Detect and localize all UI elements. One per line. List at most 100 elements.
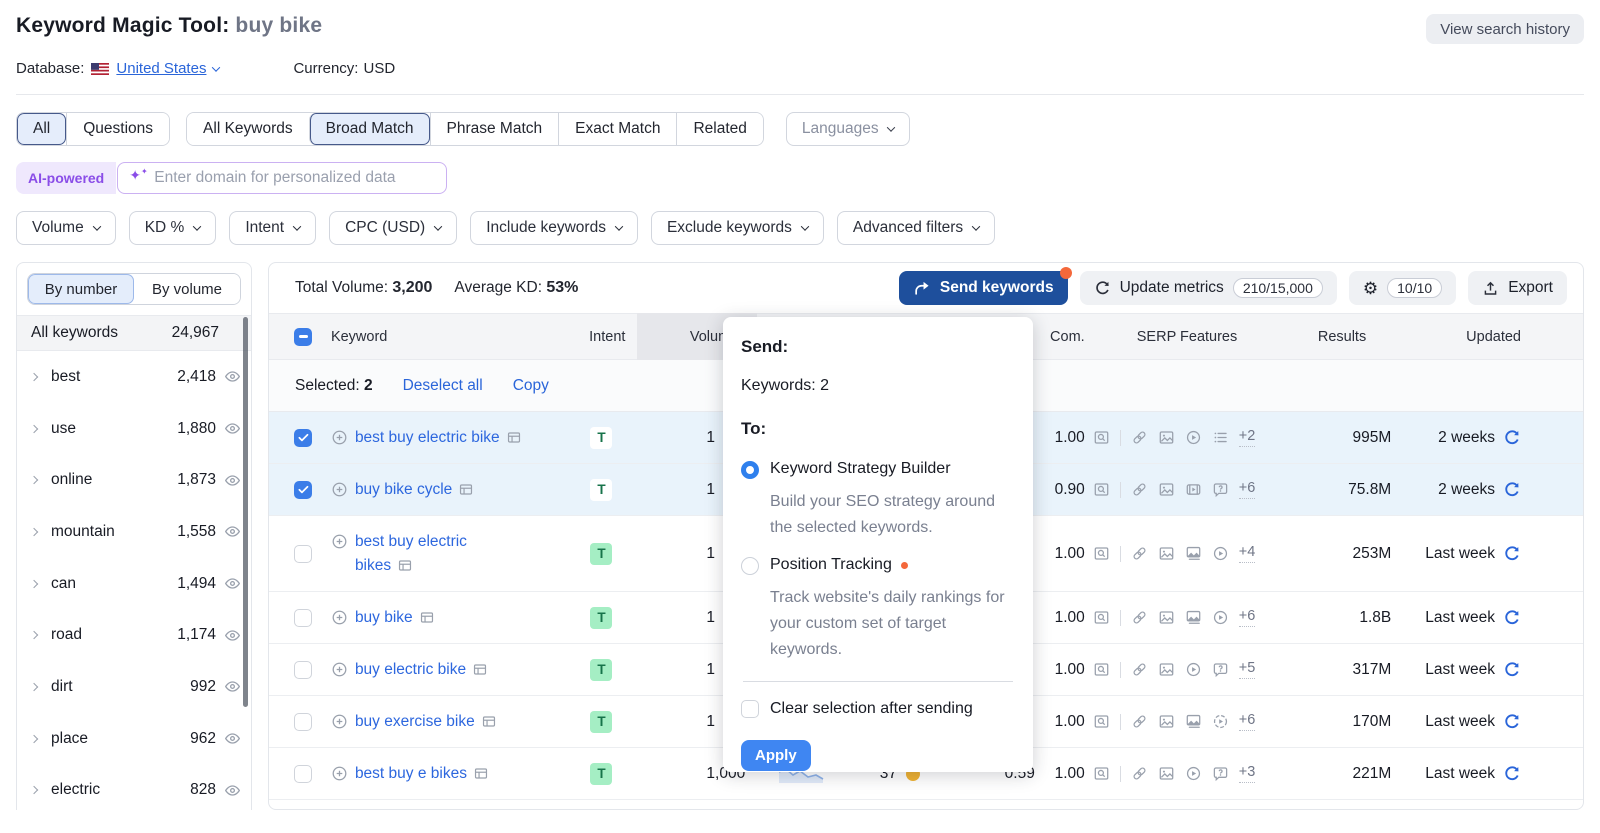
filter-exclude-keywords[interactable]: Exclude keywords	[651, 211, 824, 245]
sidebar-group-mountain[interactable]: mountain 1,558	[17, 506, 251, 558]
row-checkbox[interactable]	[294, 609, 312, 627]
tab-all[interactable]: All	[17, 113, 66, 145]
column-header-intent[interactable]: Intent	[566, 329, 638, 345]
eye-icon[interactable]	[224, 782, 241, 799]
tab-questions[interactable]: Questions	[66, 113, 169, 145]
serp-more-link[interactable]: +3	[1239, 764, 1256, 783]
copy-link[interactable]: Copy	[513, 377, 549, 395]
eye-icon[interactable]	[224, 523, 241, 540]
sidebar-group-place[interactable]: place 962	[17, 713, 251, 765]
serp-more-link[interactable]: +6	[1239, 480, 1256, 499]
keyword-link[interactable]: best buy electric bikes	[355, 530, 505, 578]
serp-more-link[interactable]: +5	[1239, 660, 1256, 679]
deselect-all-link[interactable]: Deselect all	[403, 377, 483, 395]
row-checkbox[interactable]	[294, 661, 312, 679]
serp-more-link[interactable]: +6	[1239, 608, 1256, 627]
popup-option-keyword-strategy-builder[interactable]: Keyword Strategy Builder	[741, 459, 1015, 479]
serp-divider	[1120, 482, 1121, 498]
link-icon	[1131, 713, 1148, 730]
eye-icon[interactable]	[224, 575, 241, 592]
tab-phrase-match[interactable]: Phrase Match	[430, 113, 559, 145]
languages-dropdown[interactable]: Languages	[786, 112, 910, 146]
column-header-results[interactable]: Results	[1289, 329, 1394, 345]
row-checkbox[interactable]	[294, 429, 312, 447]
radio-button[interactable]	[741, 461, 759, 479]
notification-dot	[1060, 267, 1072, 279]
tab-all-keywords[interactable]: All Keywords	[187, 113, 309, 145]
settings-button[interactable]: ⚙ 10/10	[1349, 271, 1456, 305]
refresh-icon[interactable]	[1503, 609, 1521, 627]
keyword-link[interactable]: best buy e bikes	[355, 762, 489, 786]
filter-kd-[interactable]: KD %	[129, 211, 217, 245]
column-header-keyword[interactable]: Keyword	[331, 329, 566, 345]
filter-include-keywords[interactable]: Include keywords	[470, 211, 638, 245]
sidebar-group-can[interactable]: can 1,494	[17, 558, 251, 610]
eye-icon[interactable]	[224, 730, 241, 747]
domain-input[interactable]	[117, 162, 447, 194]
refresh-icon[interactable]	[1503, 429, 1521, 447]
eye-icon[interactable]	[224, 678, 241, 695]
group-count: 2,418	[177, 368, 216, 386]
database-selector[interactable]: United States	[91, 60, 219, 77]
filter-advanced-filters[interactable]: Advanced filters	[837, 211, 995, 245]
sidebar-group-use[interactable]: use 1,880	[17, 403, 251, 455]
view-search-history-button[interactable]: View search history	[1426, 14, 1584, 44]
keyword-link[interactable]: best buy electric bike	[355, 426, 522, 450]
filter-volume[interactable]: Volume	[16, 211, 116, 245]
filter-intent[interactable]: Intent	[229, 211, 316, 245]
chevron-down-icon	[92, 222, 100, 230]
column-header-updated[interactable]: Updated	[1394, 329, 1583, 345]
serp-card-icon	[472, 662, 488, 677]
all-keywords-row[interactable]: All keywords 24,967	[17, 315, 251, 351]
eye-icon[interactable]	[224, 368, 241, 385]
com-value: 1.00	[1035, 609, 1085, 627]
keyword-link[interactable]: buy bike cycle	[355, 478, 474, 502]
chevron-right-icon	[30, 424, 38, 432]
tab-related[interactable]: Related	[676, 113, 762, 145]
apply-button[interactable]: Apply	[741, 740, 811, 771]
eye-icon[interactable]	[224, 627, 241, 644]
keyword-link[interactable]: buy electric bike	[355, 658, 488, 682]
eye-icon[interactable]	[224, 472, 241, 489]
refresh-icon[interactable]	[1503, 545, 1521, 563]
serp-more-link[interactable]: +4	[1239, 544, 1256, 563]
row-checkbox[interactable]	[294, 765, 312, 783]
sidebar-group-dirt[interactable]: dirt 992	[17, 661, 251, 713]
refresh-icon[interactable]	[1503, 765, 1521, 783]
serp-preview-icon	[1093, 609, 1110, 626]
currency-value: USD	[363, 60, 395, 77]
filter-cpc-usd-[interactable]: CPC (USD)	[329, 211, 457, 245]
serp-features: +6	[1085, 608, 1290, 627]
export-button[interactable]: Export	[1468, 271, 1567, 305]
row-checkbox[interactable]	[294, 481, 312, 499]
column-header-com[interactable]: Com.	[1035, 329, 1085, 345]
radio-button[interactable]	[741, 557, 759, 575]
update-metrics-button[interactable]: Update metrics 210/15,000	[1080, 271, 1337, 305]
refresh-icon[interactable]	[1503, 713, 1521, 731]
sidebar-group-best[interactable]: best 2,418	[17, 351, 251, 403]
tab-exact-match[interactable]: Exact Match	[558, 113, 676, 145]
refresh-icon[interactable]	[1503, 661, 1521, 679]
select-all-checkbox[interactable]	[294, 328, 312, 346]
serp-card-icon	[481, 714, 497, 729]
send-keywords-button[interactable]: Send keywords	[899, 271, 1068, 305]
sidebar-toggle-by-number[interactable]: By number	[28, 274, 134, 304]
keyword-link[interactable]: buy bike	[355, 606, 435, 630]
sidebar-group-online[interactable]: online 1,873	[17, 454, 251, 506]
sidebar-group-road[interactable]: road 1,174	[17, 609, 251, 661]
sidebar-scrollbar[interactable]	[243, 317, 248, 707]
sidebar-toggle-by-volume[interactable]: By volume	[134, 274, 240, 304]
eye-icon[interactable]	[224, 420, 241, 437]
serp-more-link[interactable]: +6	[1239, 712, 1256, 731]
row-checkbox[interactable]	[294, 713, 312, 731]
serp-more-link[interactable]: +2	[1239, 428, 1256, 447]
sidebar-group-electric[interactable]: electric 828	[17, 765, 251, 811]
column-header-serp-features[interactable]: SERP Features	[1085, 329, 1290, 345]
clear-selection-checkbox[interactable]	[741, 700, 759, 718]
intent-badge: T	[590, 543, 612, 565]
refresh-icon[interactable]	[1503, 481, 1521, 499]
keyword-link[interactable]: buy exercise bike	[355, 710, 497, 734]
tab-broad-match[interactable]: Broad Match	[309, 113, 430, 145]
popup-option-position-tracking[interactable]: Position Tracking	[741, 555, 1015, 575]
row-checkbox[interactable]	[294, 545, 312, 563]
